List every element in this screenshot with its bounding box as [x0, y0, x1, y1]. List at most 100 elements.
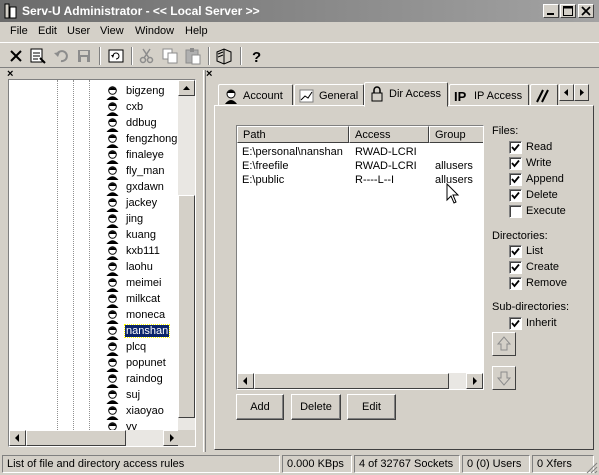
menu-user[interactable]: User	[67, 25, 90, 37]
list-cell-access[interactable]: R----L--I	[355, 174, 394, 188]
list-cell-group[interactable]: allusers	[435, 160, 473, 174]
copy-button[interactable]	[160, 46, 180, 66]
scroll-up-button[interactable]	[178, 80, 195, 96]
menu-file[interactable]: File	[10, 25, 28, 37]
tree-horizontal-scrollbar[interactable]	[9, 430, 180, 446]
save-button[interactable]	[74, 46, 94, 66]
user-icon	[106, 182, 119, 196]
checkbox-box[interactable]	[509, 189, 522, 202]
list-cell-path[interactable]: E:\public	[242, 174, 284, 188]
checkbox-box[interactable]	[509, 157, 522, 170]
list-horizontal-scrollbar[interactable]	[237, 373, 483, 389]
pane-splitter[interactable]	[203, 70, 206, 452]
move-up-button[interactable]	[492, 332, 516, 356]
scroll-corner	[178, 430, 195, 446]
resize-grip-icon[interactable]	[585, 461, 598, 474]
column-header-access[interactable]: Access	[349, 126, 429, 143]
title-bar[interactable]: Serv-U Administrator - << Local Server >…	[0, 0, 599, 22]
paste-button[interactable]	[183, 46, 203, 66]
refresh-icon	[108, 49, 124, 63]
status-bar: List of file and directory access rules …	[0, 452, 599, 475]
properties-button[interactable]	[28, 46, 48, 66]
tree-vertical-scrollbar[interactable]	[178, 80, 195, 431]
tree-item-label: bigzeng	[126, 85, 165, 97]
arrow-right-icon	[473, 377, 477, 385]
undo-icon	[54, 50, 68, 63]
list-cell-access[interactable]: RWAD-LCRI	[355, 146, 417, 160]
close-button[interactable]	[578, 4, 594, 18]
checkbox-box[interactable]	[509, 205, 522, 218]
user-icon	[106, 342, 119, 356]
checkbox-box[interactable]	[509, 141, 522, 154]
dir-access-list[interactable]: Path Access Group E:\personal\nanshan RWA…	[236, 125, 484, 390]
checkbox-box[interactable]	[509, 277, 522, 290]
scroll-left-button[interactable]	[9, 430, 26, 446]
tree-item-label: kxb111	[126, 245, 160, 257]
add-button[interactable]: Add	[236, 394, 284, 420]
column-header-path[interactable]: Path	[237, 126, 349, 143]
column-header-group[interactable]: Group	[429, 126, 483, 143]
checkmark-icon	[511, 319, 520, 328]
user-icon	[106, 166, 119, 180]
checkmark-icon	[511, 191, 520, 200]
list-scroll-right-button[interactable]	[466, 373, 483, 389]
tab-scroll-left-button[interactable]	[559, 84, 574, 101]
undo-button[interactable]	[52, 46, 72, 66]
tree-hscroll-thumb[interactable]	[26, 430, 126, 446]
refresh-button[interactable]	[106, 46, 126, 66]
menu-edit[interactable]: Edit	[38, 25, 57, 37]
user-icon	[106, 150, 119, 164]
tab-dir-access[interactable]: Dir Access	[364, 82, 448, 107]
tree-item-label: finaleye	[126, 149, 164, 161]
tree-item-label: milkcat	[126, 293, 161, 305]
move-down-button[interactable]	[492, 366, 516, 390]
help-button[interactable]: ?	[246, 46, 266, 66]
menu-view[interactable]: View	[100, 25, 124, 37]
tree-item-label: cxb	[126, 101, 144, 113]
list-cell-path[interactable]: E:\freefile	[242, 160, 288, 174]
tab-account[interactable]: Account	[218, 84, 293, 106]
cut-button[interactable]	[137, 46, 157, 66]
right-pane-close-icon[interactable]: ×	[206, 69, 212, 80]
edit-button[interactable]: Edit	[347, 394, 396, 420]
user-icon	[106, 262, 119, 276]
user-icon	[106, 134, 119, 148]
ip-icon: IP	[454, 89, 467, 104]
arrow-up-icon	[496, 336, 512, 351]
checkbox-label: Delete	[526, 189, 558, 201]
maximize-button[interactable]	[560, 4, 576, 18]
tree-item-label: plcq	[126, 341, 147, 353]
checkbox-box[interactable]	[509, 261, 522, 274]
tree-scroll-thumb[interactable]	[178, 195, 195, 418]
minimize-button[interactable]	[543, 4, 559, 18]
user-icon	[106, 102, 119, 116]
tree-item-label: jing	[126, 213, 144, 225]
delete-button[interactable]	[6, 46, 26, 66]
list-hscroll-thumb[interactable]	[254, 373, 449, 389]
tree-item-label: kuang	[126, 229, 156, 241]
delete-rule-button[interactable]: Delete	[291, 394, 341, 420]
checkbox-box[interactable]	[509, 317, 522, 330]
checkmark-icon	[511, 175, 520, 184]
mouse-pointer-icon	[446, 183, 460, 204]
left-pane-close-icon[interactable]: ×	[7, 69, 13, 80]
list-scroll-left-button[interactable]	[237, 373, 254, 389]
book-button[interactable]	[214, 46, 234, 66]
subdirectories-group-label: Sub-directories:	[492, 301, 570, 313]
checkmark-icon	[511, 279, 520, 288]
list-cell-path[interactable]: E:\personal\nanshan	[242, 146, 343, 160]
tab-scroll-right-button[interactable]	[574, 84, 589, 101]
checkbox-box[interactable]	[509, 245, 522, 258]
user-icon	[106, 310, 119, 324]
tab-ip-access[interactable]: IP IP Access	[449, 84, 529, 106]
tree-guide-line	[57, 80, 58, 430]
menu-window[interactable]: Window	[135, 25, 174, 37]
user-icon	[106, 278, 119, 292]
checkbox-box[interactable]	[509, 173, 522, 186]
tab-general[interactable]: General	[294, 84, 364, 106]
tab-ul-dl[interactable]	[530, 84, 558, 106]
menu-help[interactable]: Help	[185, 25, 208, 37]
list-cell-access[interactable]: RWAD-LCRI	[355, 160, 417, 174]
user-icon	[106, 198, 119, 212]
checkbox-label: Read	[526, 141, 553, 153]
